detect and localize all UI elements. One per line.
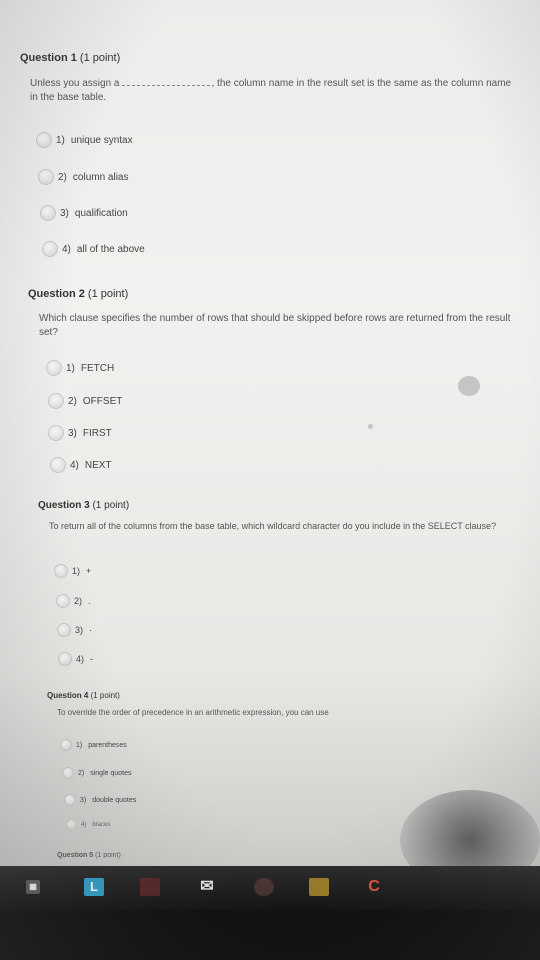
screen-smudge (458, 376, 480, 396)
option-4-braces[interactable]: 4) braces (66, 819, 110, 830)
radio-button[interactable] (46, 360, 62, 376)
app-yellow-icon[interactable] (309, 878, 329, 896)
radio-button[interactable] (56, 594, 70, 608)
radio-button[interactable] (40, 205, 56, 221)
radio-button[interactable] (48, 393, 64, 409)
question-title: Question 4 (1 point) (47, 691, 120, 700)
option-1-parentheses[interactable]: 1) parentheses (60, 739, 127, 751)
radio-button[interactable] (58, 652, 72, 666)
option-4-all-of-the-above[interactable]: 4) all of the above (42, 241, 145, 257)
option-1-unique-syntax[interactable]: 1) unique syntax (36, 132, 133, 148)
question-3: Question 3 (1 point) To return all of th… (38, 500, 508, 533)
radio-button[interactable] (50, 457, 66, 473)
question-4: Question 4 (1 point) To override the ord… (47, 691, 487, 718)
radio-button[interactable] (38, 169, 54, 185)
browser-icon[interactable] (254, 878, 274, 896)
question-title: Question 2 (1 point) (28, 288, 129, 300)
option-2-single-quotes[interactable]: 2) single quotes (62, 767, 132, 779)
app-red-icon[interactable] (140, 878, 160, 896)
question-title: Question 5 (1 point) (57, 852, 121, 859)
question-1: Question 1 (1 point) Unless you assign a… (20, 52, 520, 105)
option-3-double-quotes[interactable]: 3) double quotes (64, 794, 136, 806)
option-2-dot[interactable]: 2). (56, 594, 91, 608)
radio-button[interactable] (54, 564, 68, 578)
radio-button[interactable] (62, 767, 74, 779)
radio-button[interactable] (66, 819, 77, 830)
option-2-offset[interactable]: 2) OFFSET (48, 393, 122, 409)
question-text: To return all of the columns from the ba… (49, 521, 497, 531)
question-2: Question 2 (1 point) Which clause specif… (28, 288, 518, 340)
option-1-plus[interactable]: 1) + (54, 564, 91, 578)
question-title: Question 1 (1 point) (20, 52, 121, 64)
question-title: Question 3 (1 point) (38, 500, 130, 511)
option-3-qualification[interactable]: 3) qualification (40, 205, 128, 221)
option-3-dot[interactable]: 3) · (57, 623, 92, 637)
radio-button[interactable] (60, 739, 72, 751)
app-c-icon[interactable]: C (364, 878, 384, 896)
option-4-next[interactable]: 4) NEXT (50, 457, 112, 473)
option-4-dash[interactable]: 4) - (58, 652, 93, 666)
bottom-frame (0, 910, 540, 960)
screen-smudge (368, 424, 373, 429)
question-text: To override the order of precedence in a… (57, 708, 329, 717)
answer-blank (121, 76, 210, 86)
radio-button[interactable] (57, 623, 71, 637)
radio-button[interactable] (48, 425, 64, 441)
app-l-icon[interactable]: L (84, 878, 104, 896)
radio-button[interactable] (42, 241, 58, 257)
question-5: Question 5 (1 point) (57, 852, 257, 859)
radio-button[interactable] (36, 132, 52, 148)
radio-button[interactable] (64, 794, 76, 806)
option-2-column-alias[interactable]: 2) column alias (38, 169, 129, 185)
question-text: Unless you assign a, the column name in … (30, 76, 512, 103)
question-text: Which clause specifies the number of row… (39, 313, 511, 338)
store-icon[interactable]: ▦ (26, 880, 40, 894)
mail-icon[interactable]: ✉ (197, 878, 217, 896)
option-3-first[interactable]: 3) FIRST (48, 425, 112, 441)
option-1-fetch[interactable]: 1) FETCH (46, 360, 114, 376)
